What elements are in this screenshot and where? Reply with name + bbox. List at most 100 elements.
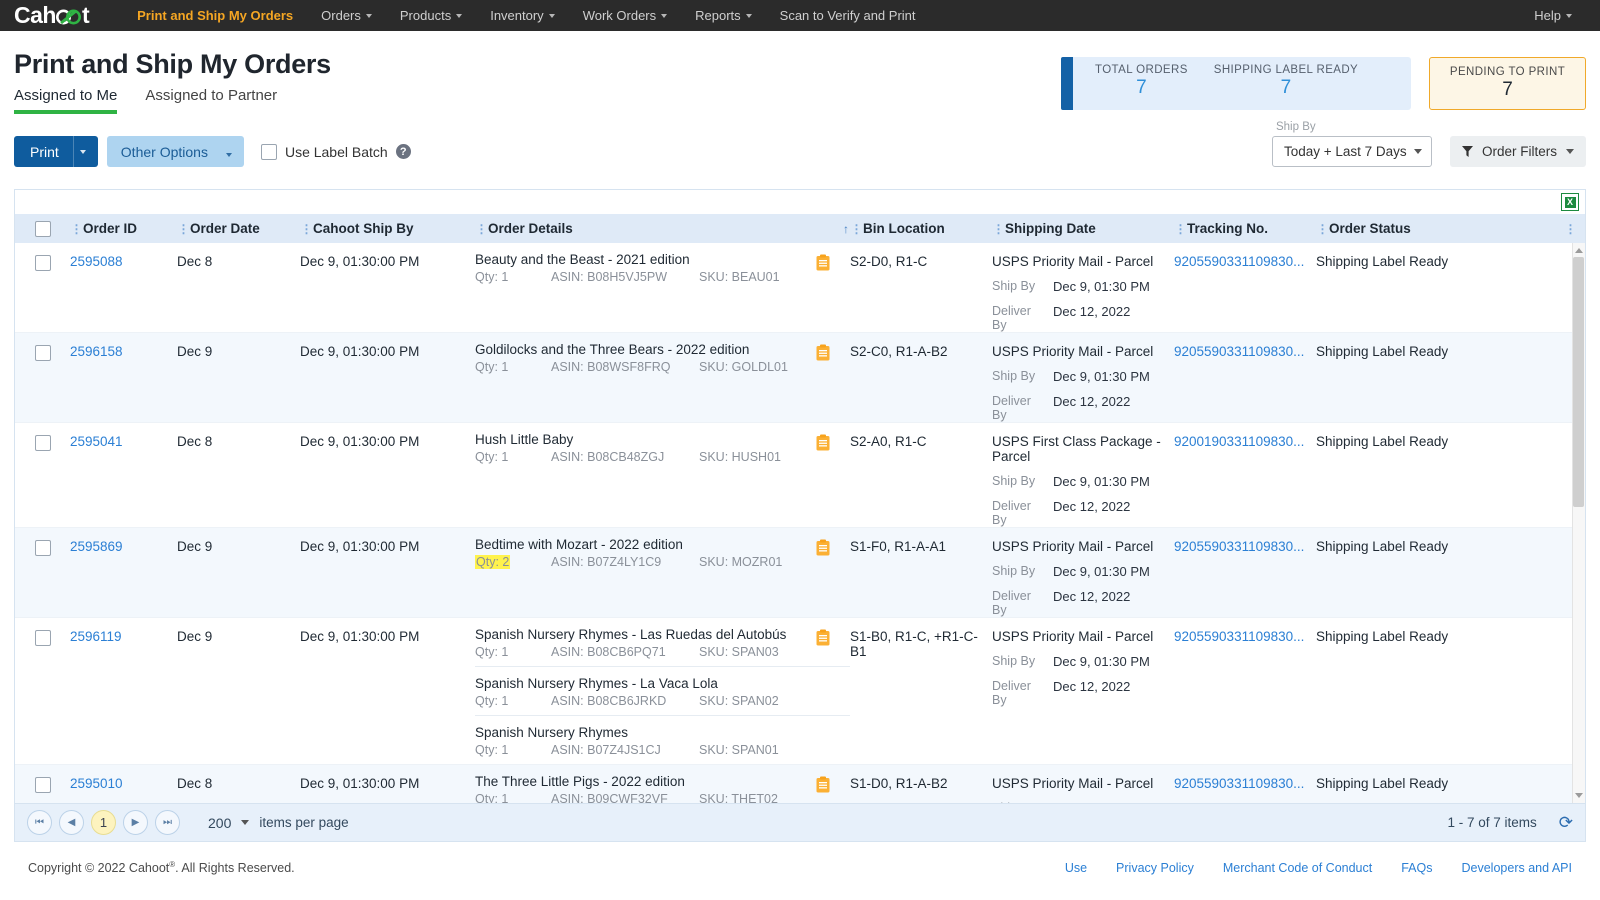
footer-link-privacy-policy[interactable]: Privacy Policy bbox=[1116, 861, 1194, 875]
prev-page-button[interactable]: ◀ bbox=[59, 810, 84, 835]
ship-by-value: Today + Last 7 Days bbox=[1284, 144, 1407, 159]
other-options-button[interactable]: Other Options bbox=[107, 136, 244, 167]
tracking-link[interactable]: 9205590331109830... bbox=[1174, 344, 1304, 359]
cell-tracking-no: 9205590331109830... bbox=[1174, 765, 1316, 803]
pending-to-print-card[interactable]: PENDING TO PRINT 7 bbox=[1429, 57, 1586, 110]
item-title: The Three Little Pigs - 2022 edition bbox=[475, 774, 850, 789]
other-options-dropdown-toggle[interactable] bbox=[218, 144, 244, 160]
column-header-order-date[interactable]: ⋮ Order Date bbox=[177, 214, 300, 243]
column-menu-icon[interactable]: ⋮ bbox=[1174, 223, 1187, 235]
clipboard-icon-wrap[interactable] bbox=[816, 776, 830, 796]
column-header-order-id[interactable]: ⋮ Order ID bbox=[70, 214, 177, 243]
row-checkbox[interactable] bbox=[35, 540, 51, 556]
cell-order-status: Shipping Label Ready bbox=[1316, 528, 1585, 617]
cahoot-logo[interactable]: Cah t bbox=[14, 4, 89, 27]
clipboard-icon-wrap[interactable] bbox=[816, 629, 830, 649]
row-checkbox[interactable] bbox=[35, 345, 51, 361]
column-menu-icon[interactable]: ⋮ bbox=[992, 223, 1005, 235]
tab-assigned-to-partner[interactable]: Assigned to Partner bbox=[145, 87, 277, 114]
excel-export-icon[interactable]: X bbox=[1561, 193, 1579, 211]
tracking-link[interactable]: 9205590331109830... bbox=[1174, 539, 1304, 554]
last-page-button[interactable]: ⏭ bbox=[155, 810, 180, 835]
tracking-link[interactable]: 9205590331109830... bbox=[1174, 776, 1304, 791]
column-header-shipping-date[interactable]: ⋮ Shipping Date bbox=[992, 214, 1174, 243]
order-detail-item: Goldilocks and the Three Bears - 2022 ed… bbox=[475, 333, 850, 381]
scrollbar-thumb[interactable] bbox=[1573, 257, 1584, 507]
column-menu-icon[interactable]: ⋮ bbox=[1564, 223, 1577, 235]
tracking-link[interactable]: 9205590331109830... bbox=[1174, 629, 1304, 644]
row-checkbox[interactable] bbox=[35, 435, 51, 451]
order-id-link[interactable]: 2595010 bbox=[70, 776, 123, 791]
select-all-checkbox[interactable] bbox=[35, 221, 51, 237]
column-header-bin-location[interactable]: ⋮ Bin Location bbox=[850, 214, 992, 243]
nav-item-print-and-ship-my-orders[interactable]: Print and Ship My Orders bbox=[123, 8, 307, 23]
nav-item-scan-to-verify-and-print[interactable]: Scan to Verify and Print bbox=[766, 8, 930, 23]
print-button-label: Print bbox=[14, 144, 73, 160]
page-size-select[interactable]: 200 items per page bbox=[208, 815, 349, 831]
tracking-link[interactable]: 9200190331109830... bbox=[1174, 434, 1304, 449]
column-menu-icon[interactable]: ⋮ bbox=[70, 223, 83, 235]
order-id-link[interactable]: 2595088 bbox=[70, 254, 123, 269]
column-header-tracking-no[interactable]: ⋮ Tracking No. bbox=[1174, 214, 1316, 243]
table-row[interactable]: 2595869 Dec 9 Dec 9, 01:30:00 PM Bedtime… bbox=[15, 528, 1585, 618]
print-dropdown-toggle[interactable] bbox=[73, 136, 98, 167]
next-page-button[interactable]: ▶ bbox=[123, 810, 148, 835]
item-asin: ASIN: B08CB48ZGJ bbox=[551, 450, 699, 464]
nav-item-work-orders[interactable]: Work Orders bbox=[569, 8, 681, 23]
table-row[interactable]: 2595088 Dec 8 Dec 9, 01:30:00 PM Beauty … bbox=[15, 243, 1585, 333]
item-title: Beauty and the Beast - 2021 edition bbox=[475, 252, 850, 267]
table-row[interactable]: 2595041 Dec 8 Dec 9, 01:30:00 PM Hush Li… bbox=[15, 423, 1585, 528]
footer-link-faqs[interactable]: FAQs bbox=[1401, 861, 1432, 875]
tracking-link[interactable]: 9205590331109830... bbox=[1174, 254, 1304, 269]
refresh-icon[interactable]: ⟳ bbox=[1559, 813, 1573, 833]
use-label-batch-checkbox[interactable] bbox=[261, 144, 277, 160]
clipboard-icon-wrap[interactable] bbox=[816, 434, 830, 454]
footer-link-developers-and-api[interactable]: Developers and API bbox=[1462, 861, 1573, 875]
column-menu-icon[interactable]: ⋮ bbox=[177, 223, 190, 235]
first-page-button[interactable]: ⏮ bbox=[27, 810, 52, 835]
footer-link-use[interactable]: Use bbox=[1065, 861, 1087, 875]
column-label: Order Status bbox=[1329, 221, 1411, 236]
table-row[interactable]: 2595010 Dec 8 Dec 9, 01:30:00 PM The Thr… bbox=[15, 765, 1585, 803]
ship-by-label: Ship By bbox=[992, 369, 1045, 384]
clipboard-icon-wrap[interactable] bbox=[816, 254, 830, 274]
page-1-button[interactable]: 1 bbox=[91, 810, 116, 835]
column-menu-icon[interactable]: ⋮ bbox=[300, 223, 313, 235]
order-id-link[interactable]: 2596158 bbox=[70, 344, 123, 359]
sort-ascending-icon[interactable]: ↑ bbox=[843, 222, 849, 236]
column-header-order-details[interactable]: ⋮ Order Details ↑ bbox=[475, 214, 850, 243]
row-select-cell bbox=[15, 423, 70, 527]
column-menu-icon[interactable]: ⋮ bbox=[1316, 223, 1329, 235]
nav-item-reports[interactable]: Reports bbox=[681, 8, 766, 23]
row-checkbox[interactable] bbox=[35, 255, 51, 271]
nav-item-help[interactable]: Help bbox=[1520, 8, 1586, 23]
order-id-link[interactable]: 2596119 bbox=[70, 629, 122, 644]
column-menu-icon[interactable]: ⋮ bbox=[850, 223, 863, 235]
order-id-link[interactable]: 2595041 bbox=[70, 434, 123, 449]
print-button[interactable]: Print bbox=[14, 136, 98, 167]
cell-tracking-no: 9205590331109830... bbox=[1174, 333, 1316, 422]
table-row[interactable]: 2596119 Dec 9 Dec 9, 01:30:00 PM Spanish… bbox=[15, 618, 1585, 765]
tab-assigned-to-me[interactable]: Assigned to Me bbox=[14, 87, 117, 114]
help-icon[interactable]: ? bbox=[396, 144, 411, 159]
item-meta: Qty: 1 ASIN: B08CB6JRKD SKU: SPAN02 bbox=[475, 694, 850, 708]
column-header-order-status[interactable]: ⋮ Order Status ⋮ bbox=[1316, 214, 1585, 243]
footer-link-merchant-code-of-conduct[interactable]: Merchant Code of Conduct bbox=[1223, 861, 1372, 875]
nav-item-orders[interactable]: Orders bbox=[307, 8, 386, 23]
table-row[interactable]: 2596158 Dec 9 Dec 9, 01:30:00 PM Goldilo… bbox=[15, 333, 1585, 423]
scroll-up-icon[interactable] bbox=[1575, 248, 1583, 253]
ship-by-select[interactable]: Today + Last 7 Days bbox=[1272, 136, 1432, 167]
order-filters-button[interactable]: Order Filters bbox=[1450, 136, 1586, 167]
nav-item-products[interactable]: Products bbox=[386, 8, 476, 23]
clipboard-icon-wrap[interactable] bbox=[816, 539, 830, 559]
row-checkbox[interactable] bbox=[35, 777, 51, 793]
order-id-link[interactable]: 2595869 bbox=[70, 539, 123, 554]
grid-vertical-scrollbar[interactable] bbox=[1572, 243, 1585, 803]
column-header-cahoot-ship-by[interactable]: ⋮ Cahoot Ship By bbox=[300, 214, 475, 243]
column-menu-icon[interactable]: ⋮ bbox=[475, 223, 488, 235]
clipboard-icon-wrap[interactable] bbox=[816, 344, 830, 364]
scroll-down-icon[interactable] bbox=[1575, 793, 1583, 798]
nav-item-inventory[interactable]: Inventory bbox=[476, 8, 568, 23]
row-checkbox[interactable] bbox=[35, 630, 51, 646]
item-sku: SKU: SPAN01 bbox=[699, 743, 779, 757]
